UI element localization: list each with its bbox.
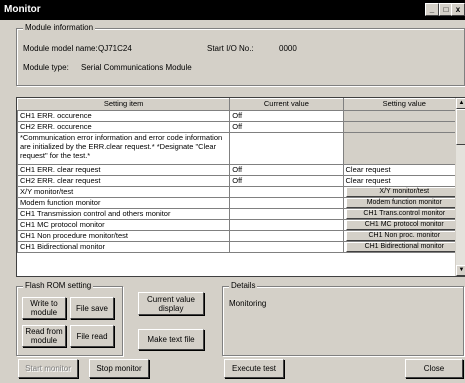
settings-grid: Setting item Current value Setting value… (16, 97, 465, 277)
setting-item: CH1 Bidirectional monitor (17, 241, 231, 253)
details-text: Monitoring (229, 299, 267, 308)
module-type-label: Module type: (23, 63, 69, 72)
header-setting-item: Setting item (17, 98, 231, 111)
table-row: CH1 Non procedure monitor/test CH1 Non p… (17, 230, 465, 242)
current-value (229, 241, 344, 253)
table-row: CH2 ERR. clear request Off Clear request… (17, 175, 465, 187)
setting-value (342, 121, 465, 133)
dropdown-value: Clear request (345, 176, 391, 186)
close-button[interactable]: Close (405, 359, 463, 378)
start-monitor-button[interactable]: Start monitor (18, 359, 78, 378)
table-row: Modem function monitor Modem function mo… (17, 197, 465, 209)
table-row: X/Y monitor/test X/Y monitor/test (17, 186, 465, 198)
current-value (229, 208, 344, 220)
xy-monitor-test-button[interactable]: X/Y monitor/test (345, 187, 463, 197)
header-setting-value: Setting value (342, 98, 465, 111)
ch1-clear-request-dropdown[interactable]: Clear request▼ (345, 165, 463, 175)
ch1-mc-protocol-monitor-button[interactable]: CH1 MC protocol monitor (345, 220, 463, 230)
setting-item: X/Y monitor/test (17, 186, 231, 198)
setting-value-cell: Clear request▼ (342, 164, 465, 176)
setting-item: CH1 Non procedure monitor/test (17, 230, 231, 242)
setting-value-cell: X/Y monitor/test (342, 186, 465, 198)
setting-item-note: *Communication error information and err… (17, 132, 231, 165)
setting-item: CH1 MC protocol monitor (17, 219, 231, 231)
table-row: CH2 ERR. occurence Off (17, 121, 465, 133)
current-value (229, 186, 344, 198)
current-value: Off (229, 110, 344, 122)
setting-value-cell: CH1 Non proc. monitor (342, 230, 465, 242)
make-text-file-button[interactable]: Make text file (138, 329, 204, 350)
ch1-trans-control-monitor-button[interactable]: CH1 Trans.control monitor (345, 209, 463, 219)
setting-item: CH2 ERR. occurence (17, 121, 231, 133)
current-value (229, 132, 344, 165)
current-value: Off (229, 121, 344, 133)
ch1-bidirectional-monitor-button[interactable]: CH1 Bidirectional monitor (345, 242, 463, 252)
current-value-display-button[interactable]: Current value display (138, 292, 204, 315)
flash-rom-title: Flash ROM setting (23, 281, 94, 290)
setting-value-cell: CH1 Bidirectional monitor (342, 241, 465, 253)
current-value: Off (229, 164, 344, 176)
details-group: Details Monitoring (222, 281, 464, 356)
module-information-title: Module information (23, 23, 96, 32)
start-io-label: Start I/O No.: (207, 44, 254, 53)
table-row: CH1 ERR. occurence Off (17, 110, 465, 122)
file-read-button[interactable]: File read (70, 325, 114, 347)
table-row: CH1 MC protocol monitor CH1 MC protocol … (17, 219, 465, 231)
table-row: *Communication error information and err… (17, 132, 465, 165)
setting-value-cell: CH1 Trans.control monitor (342, 208, 465, 220)
dropdown-value: Clear request (345, 165, 391, 175)
read-from-module-button[interactable]: Read from module (22, 325, 66, 347)
model-name-value: QJ71C24 (98, 44, 132, 53)
ch2-clear-request-dropdown[interactable]: Clear request▼ (345, 176, 463, 186)
setting-value (342, 132, 465, 165)
setting-item: CH1 ERR. clear request (17, 164, 231, 176)
modem-function-monitor-button[interactable]: Modem function monitor (345, 198, 463, 208)
scroll-up-icon[interactable]: ▲ (456, 98, 465, 109)
grid-header-row: Setting item Current value Setting value (17, 98, 465, 111)
setting-value-cell: CH1 MC protocol monitor (342, 219, 465, 231)
grid-scrollbar[interactable]: ▲ ▼ (455, 98, 465, 276)
start-io-value: 0000 (279, 44, 297, 53)
table-row: CH1 Transmission control and others moni… (17, 208, 465, 220)
setting-value (342, 110, 465, 122)
window-title: Monitor (4, 4, 41, 15)
file-save-button[interactable]: File save (70, 297, 114, 319)
module-information-group: Module information Module model name: QJ… (16, 23, 465, 86)
table-row: CH1 ERR. clear request Off Clear request… (17, 164, 465, 176)
write-to-module-button[interactable]: Write to module (22, 297, 66, 319)
table-row: CH1 Bidirectional monitor CH1 Bidirectio… (17, 241, 465, 253)
close-window-button[interactable]: x (451, 3, 465, 16)
stop-monitor-button[interactable]: Stop monitor (89, 359, 149, 378)
minimize-button[interactable]: _ (425, 3, 439, 16)
setting-value-cell: Clear request▼ (342, 175, 465, 187)
title-bar: Monitor _ □ x (0, 0, 465, 20)
current-value (229, 230, 344, 242)
module-type-value: Serial Communications Module (81, 63, 192, 72)
flash-rom-group: Flash ROM setting Write to module File s… (16, 281, 123, 356)
scroll-thumb[interactable] (456, 109, 465, 145)
setting-item: CH1 Transmission control and others moni… (17, 208, 231, 220)
ch1-non-proc-monitor-button[interactable]: CH1 Non proc. monitor (345, 231, 463, 241)
header-current-value: Current value (229, 98, 344, 111)
setting-item: Modem function monitor (17, 197, 231, 209)
setting-item: CH1 ERR. occurence (17, 110, 231, 122)
current-value (229, 219, 344, 231)
current-value: Off (229, 175, 344, 187)
scroll-down-icon[interactable]: ▼ (456, 265, 465, 276)
model-name-label: Module model name: (23, 44, 98, 53)
setting-value-cell: Modem function monitor (342, 197, 465, 209)
current-value (229, 197, 344, 209)
details-title: Details (229, 281, 258, 290)
setting-item: CH2 ERR. clear request (17, 175, 231, 187)
execute-test-button[interactable]: Execute test (224, 359, 284, 378)
